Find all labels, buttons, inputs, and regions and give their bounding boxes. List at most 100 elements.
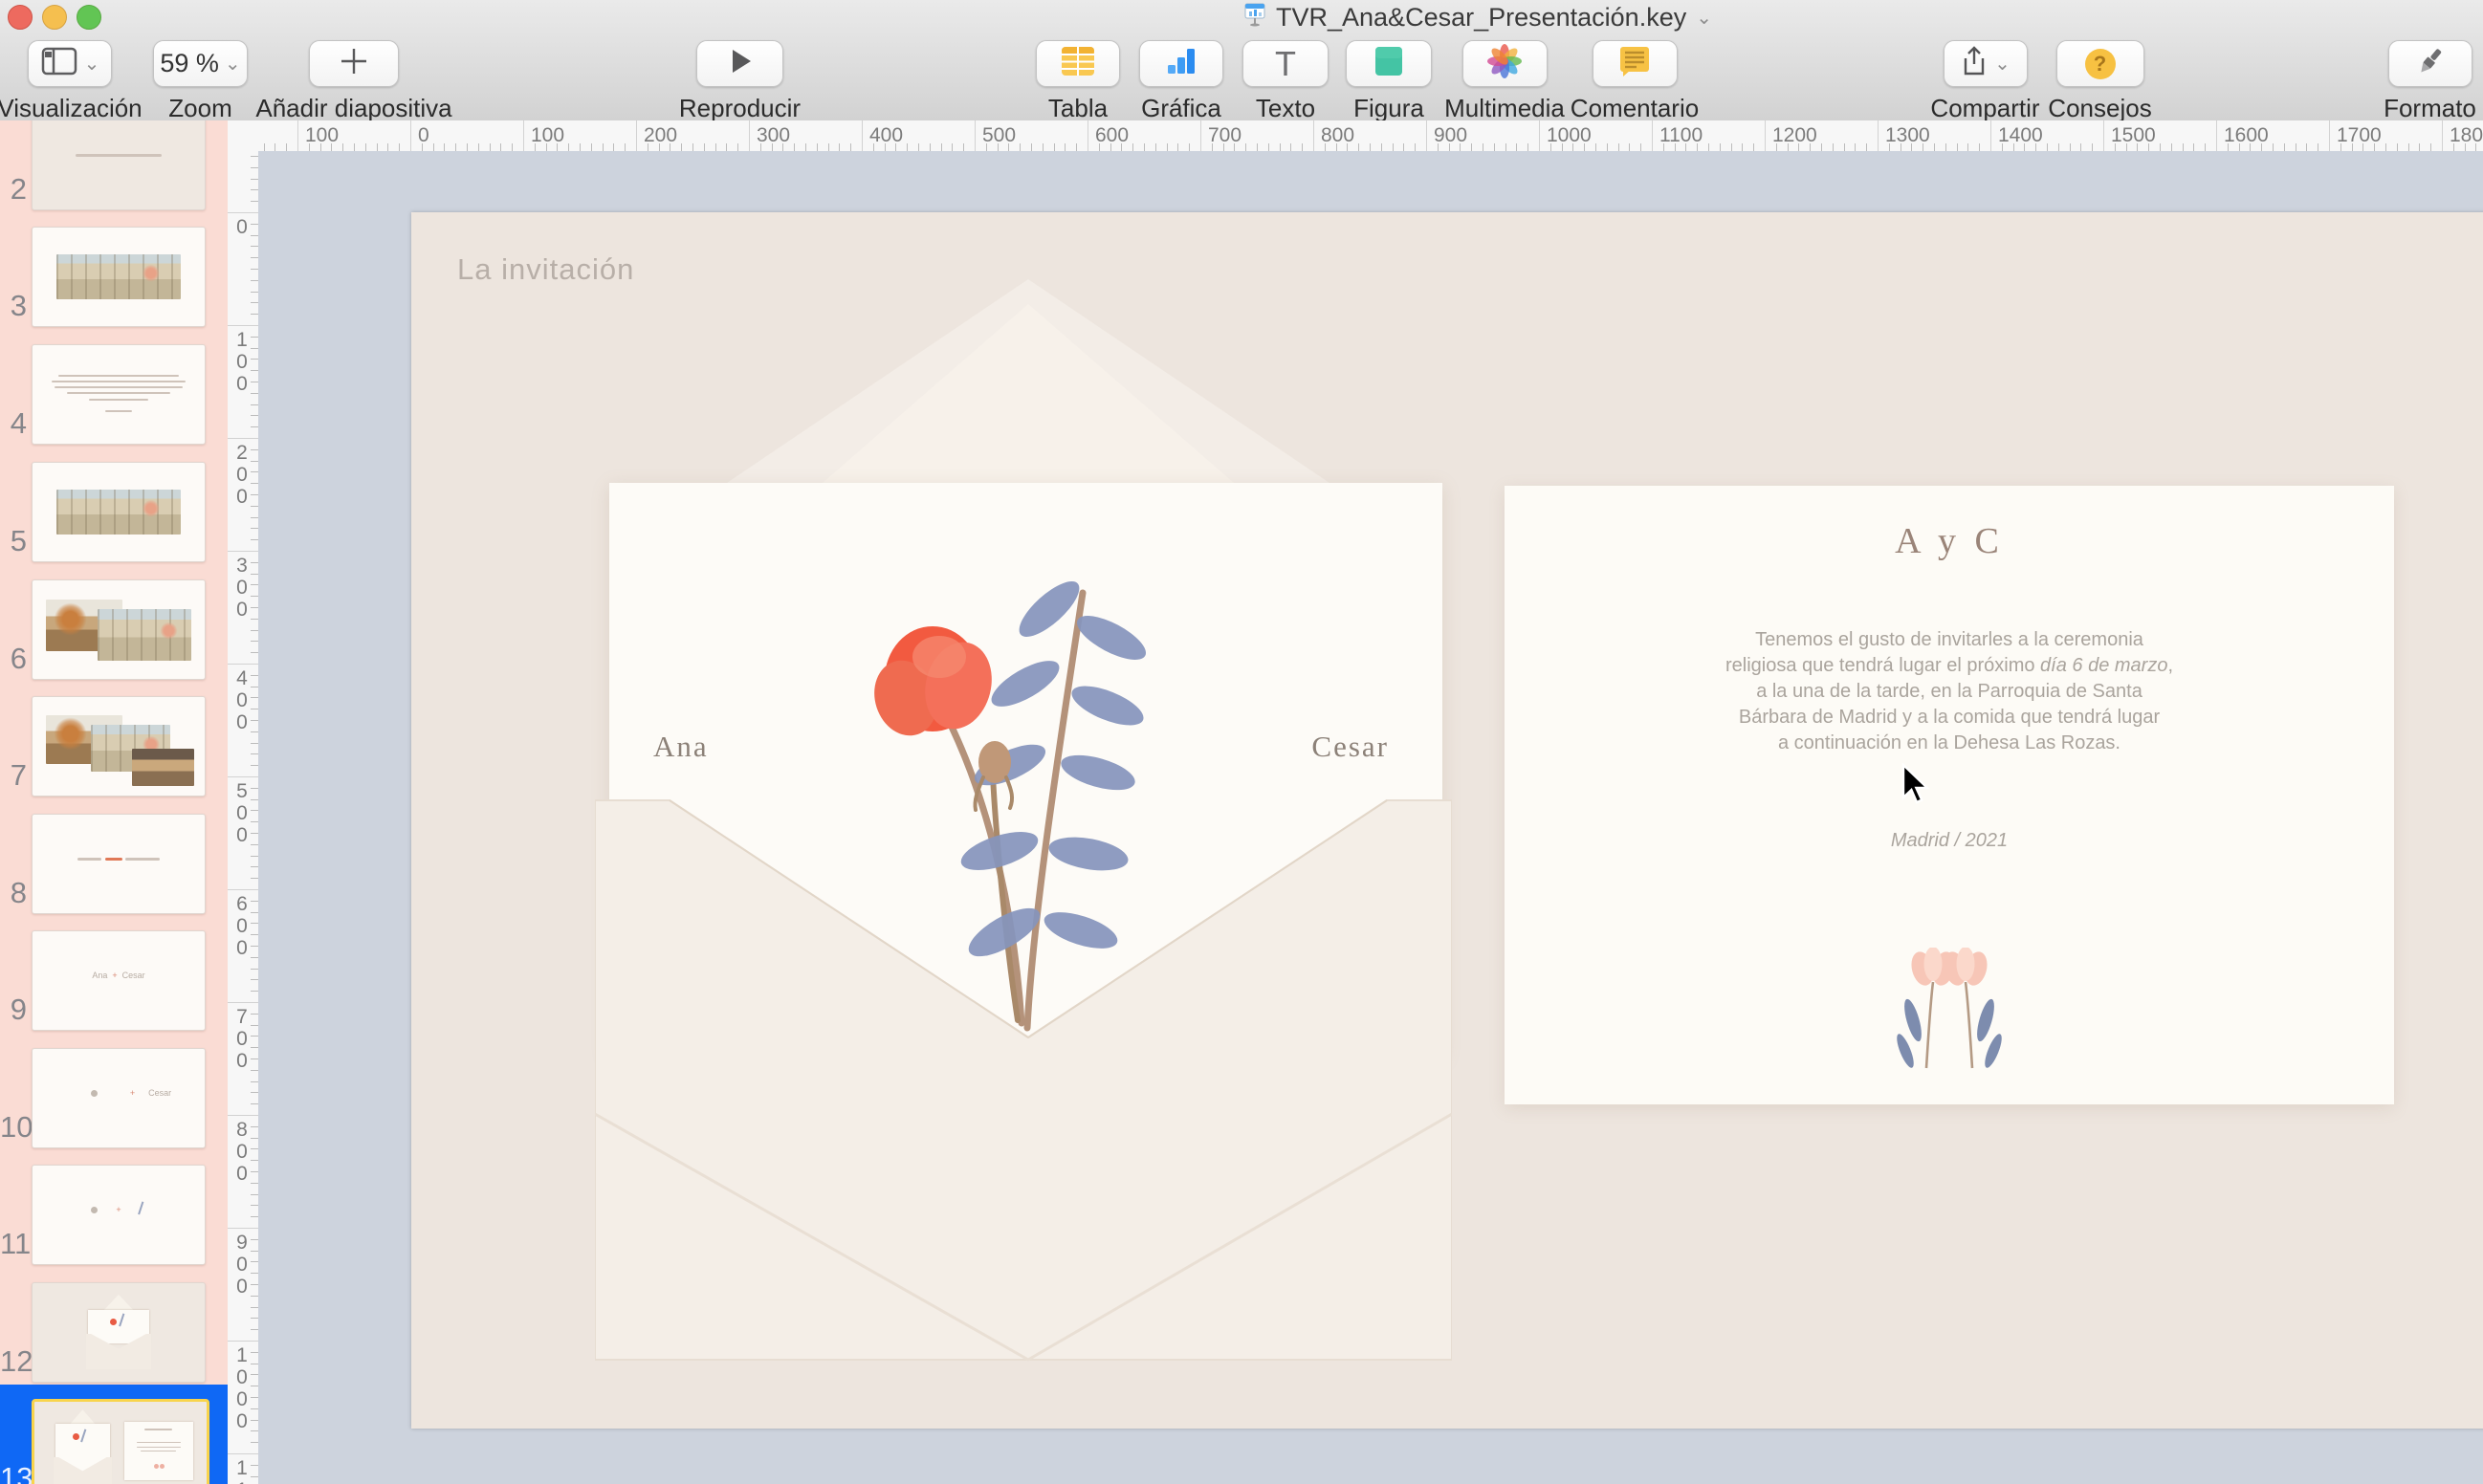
- slide-thumbnail-row: 11+: [0, 1165, 228, 1263]
- ruler-label: 0: [228, 216, 256, 238]
- format-group: Formato: [2380, 40, 2480, 123]
- paintbrush-icon: [2414, 45, 2447, 82]
- ruler-label: 500: [982, 124, 1016, 147]
- slide-thumbnail-8[interactable]: [32, 814, 206, 914]
- slide-navigator: 23456789Ana + Cesar10 +Cesar11+1213: [0, 120, 228, 1484]
- question-mark-icon: ?: [2085, 49, 2116, 79]
- vertical-ruler: 010020030040050060070080090010001100: [228, 151, 259, 1484]
- slide-thumbnail-row: 5: [0, 462, 228, 560]
- format-button[interactable]: [2388, 40, 2472, 87]
- slide-thumbnail-3[interactable]: [32, 227, 206, 327]
- current-slide[interactable]: La invitación Ana Cesar: [411, 212, 2483, 1429]
- keynote-window: TVR_Ana&Cesar_Presentación.key ⌄ ⌄ Visua…: [0, 0, 2483, 1484]
- chart-button[interactable]: [1139, 40, 1223, 87]
- ruler-label: 1100: [1659, 124, 1703, 147]
- slide-number: 7: [0, 758, 27, 793]
- ruler-label: 200: [228, 442, 256, 508]
- title-chevron-icon[interactable]: ⌄: [1696, 6, 1712, 30]
- ruler-label: 1600: [2224, 124, 2269, 147]
- ruler-label: 400: [228, 667, 256, 733]
- plus-icon: [338, 45, 370, 82]
- slide-thumbnail-row: 10 +Cesar: [0, 1048, 228, 1146]
- table-button[interactable]: [1036, 40, 1120, 87]
- ruler-label: 1500: [2111, 124, 2156, 147]
- ruler-label: 900: [1434, 124, 1467, 147]
- shape-button[interactable]: [1346, 40, 1432, 87]
- view-button-group: ⌄ Visualización: [0, 40, 151, 123]
- add-slide-button[interactable]: [309, 40, 399, 87]
- monogram: A y C: [1505, 520, 2394, 562]
- minimize-traffic-light[interactable]: [42, 5, 67, 30]
- slide-number: 11: [0, 1227, 27, 1261]
- play-button[interactable]: [696, 40, 783, 87]
- invitation-card-text[interactable]: A y C Tenemos el gusto de invitarles a l…: [1505, 486, 2394, 1104]
- ruler-label: 300: [757, 124, 790, 147]
- comment-label: Comentario: [1571, 94, 1699, 123]
- slide-number: 13: [0, 1461, 27, 1484]
- media-label: Multimedia: [1444, 94, 1565, 123]
- ruler-label: 1300: [1885, 124, 1930, 147]
- text-T-icon: T: [1275, 44, 1296, 84]
- envelope-front: [595, 798, 1452, 1363]
- slide-thumbnail-10[interactable]: +Cesar: [32, 1048, 206, 1148]
- zoom-label: Zoom: [168, 94, 231, 123]
- slide-canvas: La invitación Ana Cesar: [258, 151, 2483, 1484]
- ruler-label: 1400: [1998, 124, 2043, 147]
- zoom-value: 59 %: [160, 49, 219, 78]
- table-group: Tabla: [1040, 40, 1116, 123]
- share-button[interactable]: ⌄: [1944, 40, 2028, 87]
- tulips-illustration: [1873, 948, 2026, 1079]
- chevron-down-icon: ⌄: [1994, 52, 2011, 76]
- slide-number: 6: [0, 642, 27, 676]
- ruler-label: 900: [228, 1232, 256, 1298]
- slide-thumbnail-4[interactable]: [32, 344, 206, 445]
- ruler-label: 1700: [2337, 124, 2382, 147]
- close-traffic-light[interactable]: [8, 5, 33, 30]
- slide-thumbnail-row: 9Ana + Cesar: [0, 930, 228, 1029]
- view-button[interactable]: ⌄: [28, 40, 112, 87]
- slide-thumbnail-9[interactable]: Ana + Cesar: [32, 930, 206, 1031]
- slide-thumbnail-row: 7: [0, 696, 228, 795]
- slide-thumbnail-5[interactable]: [32, 462, 206, 562]
- ruler-label: 600: [228, 893, 256, 959]
- view-button-label: Visualización: [0, 94, 143, 123]
- slide-title[interactable]: La invitación: [457, 252, 634, 287]
- text-button[interactable]: T: [1242, 40, 1329, 87]
- slide-number: 5: [0, 524, 27, 558]
- slide-number: 4: [0, 406, 27, 441]
- media-button[interactable]: [1462, 40, 1548, 87]
- ruler-label: 1000: [1547, 124, 1592, 147]
- name-right: Cesar: [1311, 730, 1389, 764]
- tips-button[interactable]: ?: [2056, 40, 2144, 87]
- ruler-label: 1100: [228, 1457, 256, 1484]
- shape-square-icon: [1373, 45, 1404, 82]
- zoom-traffic-light[interactable]: [77, 5, 101, 30]
- share-group: ⌄ Compartir: [1925, 40, 2045, 123]
- slide-thumbnail-6[interactable]: [32, 579, 206, 680]
- comment-button[interactable]: [1593, 40, 1678, 87]
- slide-number: 3: [0, 289, 27, 323]
- ruler-label: 700: [1208, 124, 1242, 147]
- ruler-label: 1800: [2450, 124, 2483, 147]
- slide-thumbnail-12[interactable]: [32, 1282, 206, 1383]
- name-left: Ana: [653, 730, 709, 764]
- ruler-label: 500: [228, 780, 256, 846]
- shape-group: Figura: [1346, 40, 1432, 123]
- share-icon: [1960, 45, 1989, 82]
- slide-thumbnail-13[interactable]: [32, 1399, 209, 1484]
- slide-thumbnail-row: 13: [0, 1399, 228, 1484]
- table-label: Tabla: [1048, 94, 1108, 123]
- ruler-label: 400: [869, 124, 903, 147]
- slide-thumbnail-2[interactable]: [32, 120, 206, 210]
- slide-thumbnail-7[interactable]: [32, 696, 206, 797]
- slide-thumbnail-11[interactable]: +: [32, 1165, 206, 1265]
- ruler-label: 100: [228, 329, 256, 395]
- invitation-body: Tenemos el gusto de invitarles a la cere…: [1505, 627, 2394, 756]
- slide-number: 9: [0, 993, 27, 1027]
- document-icon: [1243, 2, 1266, 33]
- slide-thumbnail-row: 4: [0, 344, 228, 443]
- zoom-select[interactable]: 59 % ⌄: [153, 40, 248, 87]
- play-icon: [727, 47, 754, 80]
- horizontal-ruler: 1000100200300400500600700800900100011001…: [228, 120, 2483, 152]
- chart-label: Gráfica: [1141, 94, 1221, 123]
